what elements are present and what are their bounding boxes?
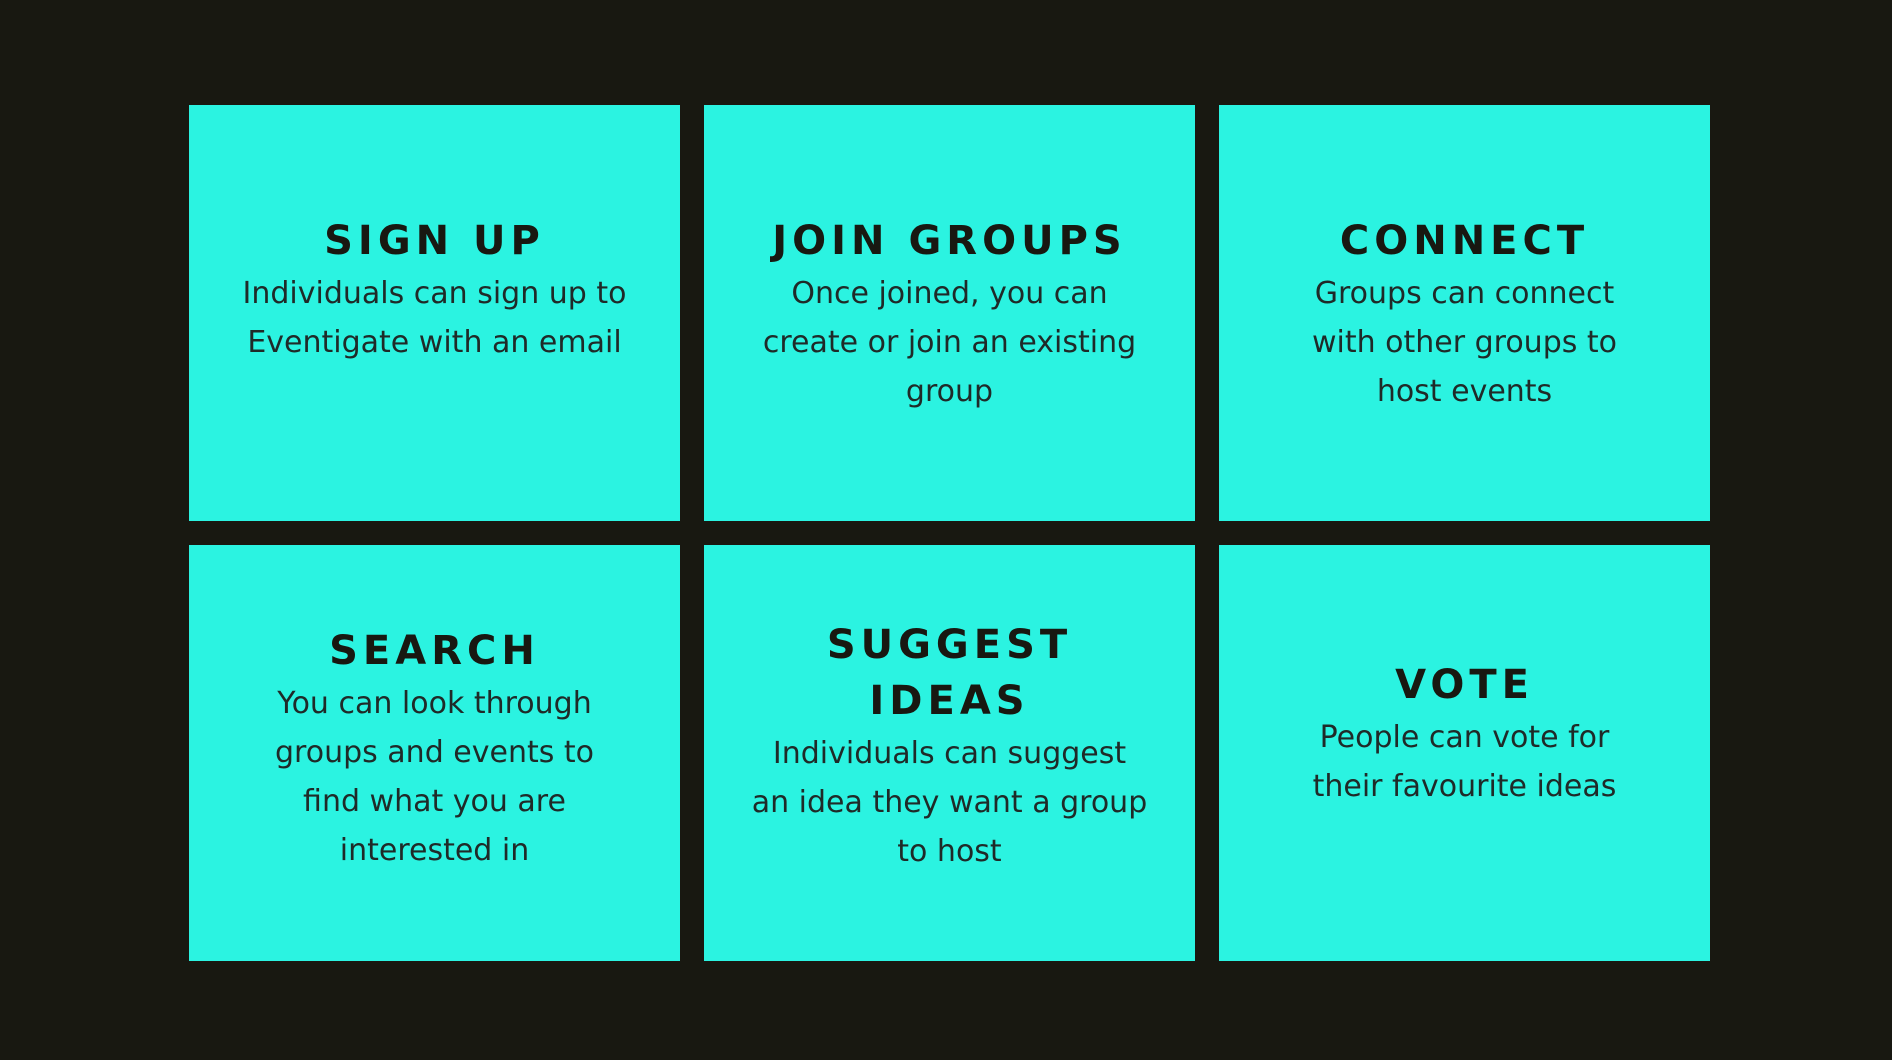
card-title: VOTE bbox=[1395, 662, 1534, 708]
feature-card-suggest-ideas: SUGGEST IDEAS Individuals can suggest an… bbox=[704, 545, 1195, 961]
card-description: Once joined, you can create or join an e… bbox=[762, 276, 1137, 409]
card-description: You can look through groups and events t… bbox=[275, 686, 594, 868]
feature-card-vote: VOTE People can vote for their favourite… bbox=[1219, 545, 1710, 961]
feature-card-join-groups: JOIN GROUPS Once joined, you can create … bbox=[704, 105, 1195, 521]
card-title: JOIN GROUPS bbox=[772, 218, 1127, 264]
card-title: CONNECT bbox=[1339, 218, 1590, 264]
card-description: Groups can connect with other groups to … bbox=[1311, 276, 1618, 409]
card-title: SIGN UP bbox=[324, 218, 545, 264]
feature-grid: SIGN UP Individuals can sign up to Event… bbox=[189, 105, 1710, 961]
feature-card-sign-up: SIGN UP Individuals can sign up to Event… bbox=[189, 105, 680, 521]
feature-card-connect: CONNECT Groups can connect with other gr… bbox=[1219, 105, 1710, 521]
card-description: People can vote for their favourite idea… bbox=[1312, 720, 1617, 804]
card-title: SEARCH bbox=[329, 628, 540, 674]
card-description: Individuals can suggest an idea they wan… bbox=[751, 736, 1148, 869]
feature-card-search: SEARCH You can look through groups and e… bbox=[189, 545, 680, 961]
card-title: SUGGEST IDEAS bbox=[826, 622, 1073, 724]
card-description: Individuals can sign up to Eventigate wi… bbox=[242, 276, 627, 360]
